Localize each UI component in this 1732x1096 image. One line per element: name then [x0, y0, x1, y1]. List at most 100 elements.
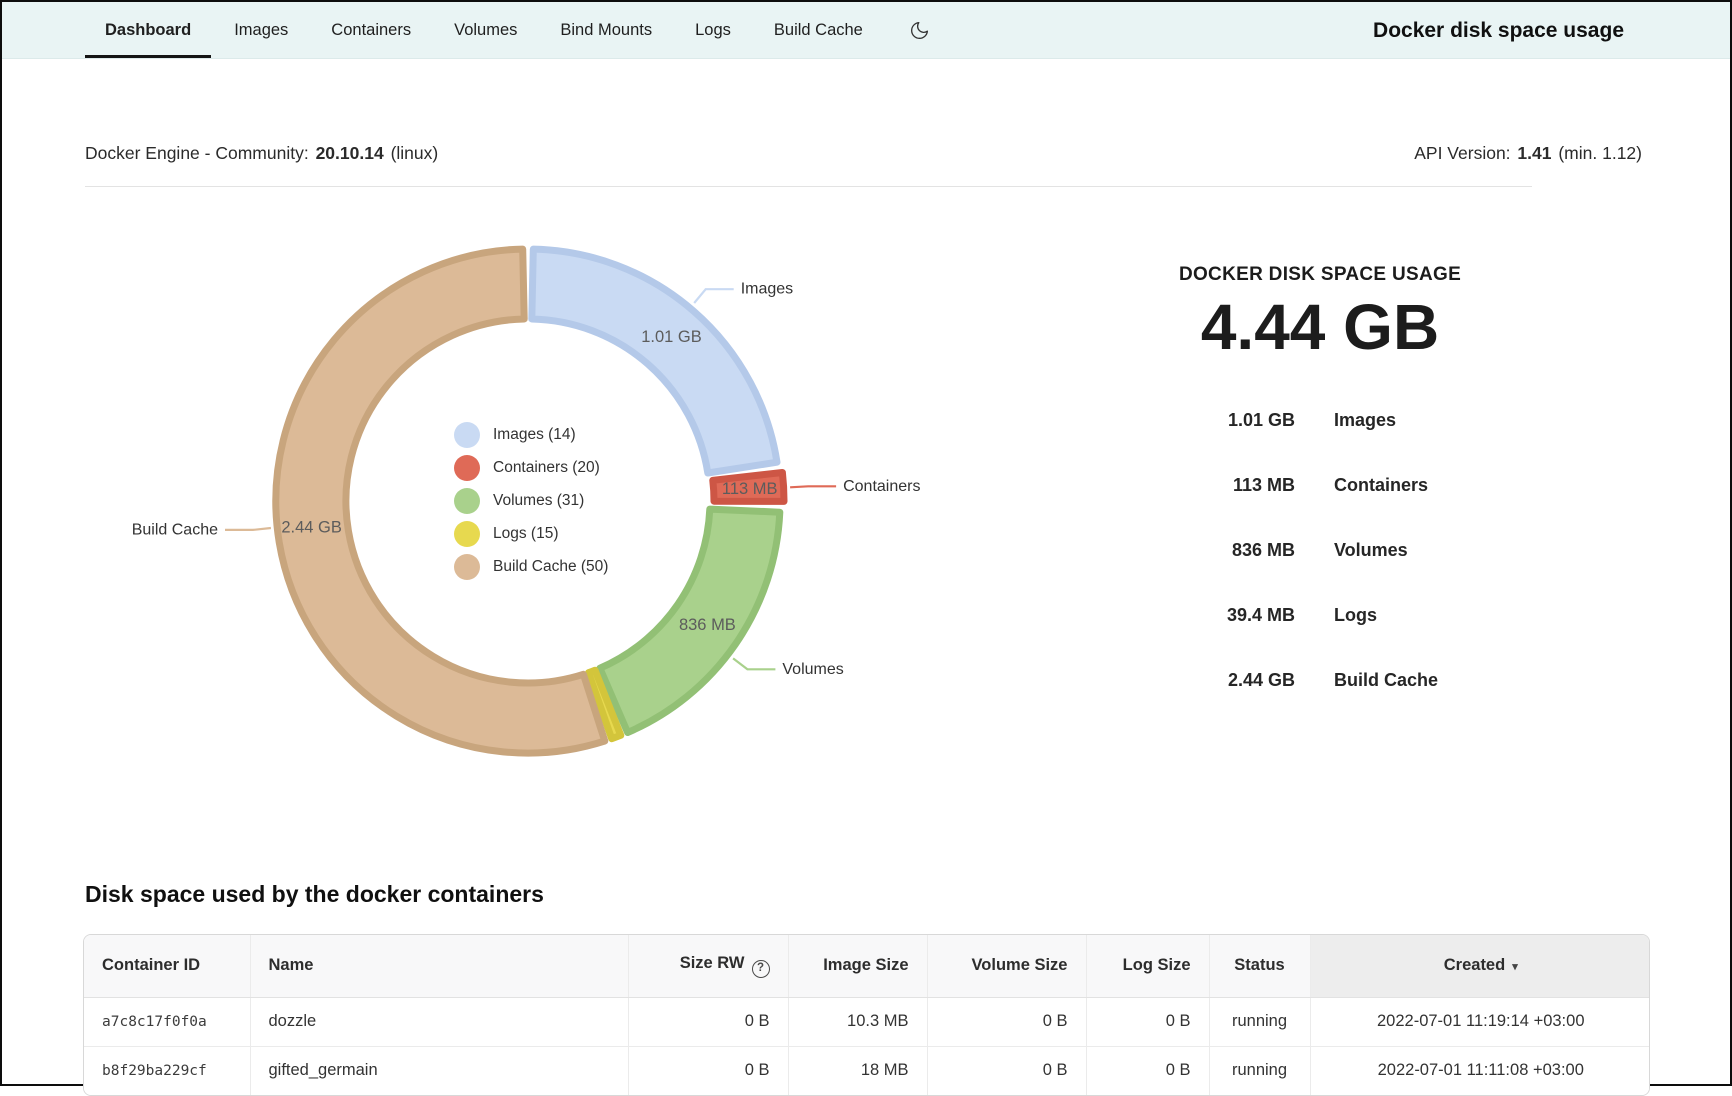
legend-swatch	[454, 554, 480, 580]
containers-table-wrap: Container IDNameSize RW?Image SizeVolume…	[83, 934, 1650, 1096]
divider	[85, 186, 1532, 187]
engine-version: 20.10.14	[316, 143, 384, 163]
cell-status: running	[1209, 1046, 1310, 1095]
cell-image_size: 18 MB	[788, 1046, 927, 1095]
column-header-container-id[interactable]: Container ID	[84, 935, 250, 997]
legend-item-images[interactable]: Images (14)	[454, 418, 608, 451]
tab-volumes[interactable]: Volumes	[434, 2, 537, 58]
column-header-created[interactable]: Created ▾	[1310, 935, 1650, 997]
callout-line	[225, 528, 271, 530]
summary-rows: 1.01 GB Images 113 MB Containers 836 MB Volum…	[1102, 388, 1538, 713]
summary-size: 39.4 MB	[1102, 605, 1295, 626]
column-header-log-size[interactable]: Log Size	[1086, 935, 1209, 997]
nav-tabs: DashboardImagesContainersVolumesBind Mou…	[85, 2, 883, 58]
containers-section-heading: Disk space used by the docker containers	[85, 881, 544, 908]
column-label: Created	[1444, 956, 1505, 974]
tab-dashboard[interactable]: Dashboard	[85, 2, 211, 58]
summary-label: Volumes	[1334, 540, 1408, 561]
summary-size: 1.01 GB	[1102, 410, 1295, 431]
column-label: Size RW	[680, 954, 745, 972]
column-label: Status	[1234, 956, 1284, 974]
summary-heading: DOCKER DISK SPACE USAGE	[1102, 264, 1538, 286]
api-min-version: (min. 1.12)	[1558, 143, 1642, 163]
column-header-name[interactable]: Name	[250, 935, 628, 997]
containers-table: Container IDNameSize RW?Image SizeVolume…	[84, 935, 1650, 1095]
summary-size: 836 MB	[1102, 540, 1295, 561]
cell-container_id: b8f29ba229cf	[84, 1046, 250, 1095]
help-icon[interactable]: ?	[752, 960, 770, 978]
legend-swatch	[454, 455, 480, 481]
cell-size_rw: 0 B	[628, 1046, 788, 1095]
table-row: a7c8c17f0f0adozzle0 B10.3 MB0 B0 Brunnin…	[84, 997, 1650, 1046]
legend-swatch	[454, 521, 480, 547]
summary-row-images: 1.01 GB Images	[1102, 388, 1538, 453]
tab-containers[interactable]: Containers	[311, 2, 431, 58]
summary-size: 2.44 GB	[1102, 670, 1295, 691]
callout-label-containers: Containers	[843, 478, 920, 495]
legend-item-build-cache[interactable]: Build Cache (50)	[454, 550, 608, 583]
legend-label: Volumes (31)	[493, 492, 584, 510]
engine-label: Docker Engine - Community:	[85, 143, 309, 163]
column-header-image-size[interactable]: Image Size	[788, 935, 927, 997]
table-row: b8f29ba229cfgifted_germain0 B18 MB0 B0 B…	[84, 1046, 1650, 1095]
segment-containers[interactable]	[713, 473, 784, 502]
moon-icon	[909, 20, 930, 41]
cell-created: 2022-07-01 11:19:14 +03:00	[1310, 997, 1650, 1046]
tab-logs[interactable]: Logs	[675, 2, 751, 58]
engine-platform: (linux)	[391, 143, 439, 163]
tab-images[interactable]: Images	[214, 2, 308, 58]
cell-volume_size: 0 B	[927, 1046, 1086, 1095]
column-label: Container ID	[102, 956, 200, 974]
tab-bind-mounts[interactable]: Bind Mounts	[540, 2, 672, 58]
legend-item-volumes[interactable]: Volumes (31)	[454, 484, 608, 517]
app-title: Docker disk space usage	[1373, 2, 1624, 59]
summary-row-containers: 113 MB Containers	[1102, 453, 1538, 518]
column-label: Log Size	[1123, 956, 1191, 974]
sort-caret-icon: ▾	[1512, 961, 1518, 973]
callout-label-images: Images	[741, 281, 793, 298]
summary-label: Build Cache	[1334, 670, 1438, 691]
legend-item-containers[interactable]: Containers (20)	[454, 451, 608, 484]
engine-version-text: Docker Engine - Community: 20.10.14 (lin…	[85, 143, 438, 164]
summary-label: Logs	[1334, 605, 1377, 626]
chart-legend: Images (14) Containers (20) Volumes (31) Lo…	[454, 418, 608, 583]
dark-mode-toggle[interactable]	[909, 20, 930, 41]
column-header-volume-size[interactable]: Volume Size	[927, 935, 1086, 997]
summary-row-logs: 39.4 MB Logs	[1102, 583, 1538, 648]
docker-disk-usage-app: { "nav": { "tabs": [ {"label": "Dashboar…	[0, 0, 1732, 1086]
legend-label: Images (14)	[493, 426, 576, 444]
legend-item-logs[interactable]: Logs (15)	[454, 517, 608, 550]
api-version: 1.41	[1517, 143, 1551, 163]
cell-name: dozzle	[250, 997, 628, 1046]
column-header-size-rw[interactable]: Size RW?	[628, 935, 788, 997]
table-header-row: Container IDNameSize RW?Image SizeVolume…	[84, 935, 1650, 997]
summary-row-volumes: 836 MB Volumes	[1102, 518, 1538, 583]
callout-line	[790, 486, 836, 487]
table-body: a7c8c17f0f0adozzle0 B10.3 MB0 B0 Brunnin…	[84, 997, 1650, 1095]
cell-log_size: 0 B	[1086, 997, 1209, 1046]
disk-usage-summary: DOCKER DISK SPACE USAGE 4.44 GB 1.01 GB I…	[1102, 264, 1538, 713]
cell-size_rw: 0 B	[628, 997, 788, 1046]
column-label: Name	[269, 956, 314, 974]
callout-label-build-cache: Build Cache	[132, 521, 218, 538]
summary-size: 113 MB	[1102, 475, 1295, 496]
callout-label-volumes: Volumes	[782, 661, 843, 678]
legend-label: Containers (20)	[493, 459, 600, 477]
cell-status: running	[1209, 997, 1310, 1046]
api-label: API Version:	[1414, 143, 1510, 163]
cell-container_id: a7c8c17f0f0a	[84, 997, 250, 1046]
summary-row-build-cache: 2.44 GB Build Cache	[1102, 648, 1538, 713]
legend-label: Build Cache (50)	[493, 558, 608, 576]
summary-label: Images	[1334, 410, 1396, 431]
column-header-status[interactable]: Status	[1209, 935, 1310, 997]
legend-swatch	[454, 422, 480, 448]
summary-label: Containers	[1334, 475, 1428, 496]
tab-build-cache[interactable]: Build Cache	[754, 2, 883, 58]
segment-volumes[interactable]	[600, 509, 780, 732]
legend-label: Logs (15)	[493, 525, 558, 543]
summary-total: 4.44 GB	[1102, 290, 1538, 364]
cell-volume_size: 0 B	[927, 997, 1086, 1046]
cell-log_size: 0 B	[1086, 1046, 1209, 1095]
callout-line	[733, 658, 775, 669]
cell-image_size: 10.3 MB	[788, 997, 927, 1046]
